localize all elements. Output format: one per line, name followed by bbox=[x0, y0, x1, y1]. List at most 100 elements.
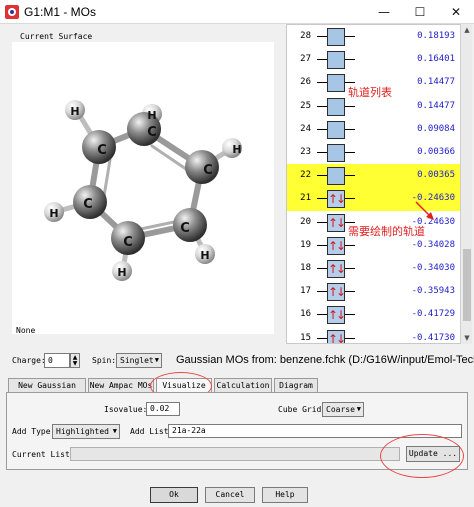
mo-level-line bbox=[317, 106, 327, 107]
mo-level-line bbox=[345, 268, 355, 269]
isovalue-field[interactable]: 0.02 bbox=[146, 402, 180, 416]
mo-energy: 0.18193 bbox=[417, 31, 455, 41]
atom-label: H bbox=[70, 105, 79, 118]
mo-number: 15 bbox=[300, 333, 311, 343]
atom-label: C bbox=[203, 163, 213, 178]
electron-pair-icon: ↑↓ bbox=[328, 308, 346, 322]
molecule-viewer[interactable]: C C C C C C H H H H H H bbox=[12, 42, 274, 334]
tab-diagram[interactable]: Diagram bbox=[274, 378, 318, 392]
mo-row[interactable]: 27 0.16401 bbox=[287, 48, 460, 72]
mo-orbital-box[interactable]: ↑↓ bbox=[327, 306, 346, 324]
mo-row[interactable]: 24 0.09084 bbox=[287, 118, 460, 142]
ok-button[interactable]: Ok bbox=[150, 487, 198, 503]
cube-grid-dropdown[interactable]: Coarse ▼ bbox=[322, 402, 364, 417]
mo-orbital-box[interactable] bbox=[327, 98, 345, 116]
scroll-down-icon[interactable]: ▼ bbox=[461, 332, 473, 344]
mo-row[interactable]: 18 ↑↓ -0.34030 bbox=[287, 257, 460, 281]
mo-number: 16 bbox=[300, 309, 311, 319]
mo-number: 20 bbox=[300, 217, 311, 227]
mo-level-line bbox=[345, 198, 355, 199]
charge-label: Charge: bbox=[12, 356, 46, 365]
mo-level-line bbox=[317, 129, 327, 130]
mo-orbital-box[interactable]: ↑↓ bbox=[327, 190, 346, 208]
mo-orbital-box[interactable] bbox=[327, 144, 345, 162]
mo-number: 18 bbox=[300, 263, 311, 273]
electron-pair-icon: ↑↓ bbox=[328, 285, 346, 299]
mo-level-line bbox=[317, 245, 327, 246]
mo-level-line bbox=[345, 59, 355, 60]
atom-label: H bbox=[147, 109, 156, 122]
mo-energy: 0.00365 bbox=[417, 170, 455, 180]
annotation-orbital-list: 轨道列表 bbox=[348, 86, 392, 99]
benzene-molecule: C C C C C C H H H H H H bbox=[44, 100, 242, 281]
close-button[interactable]: ✕ bbox=[438, 0, 474, 24]
mo-row[interactable]: 23 0.00366 bbox=[287, 141, 460, 165]
mo-level-line bbox=[317, 222, 327, 223]
chevron-down-icon: ▼ bbox=[356, 405, 361, 413]
mo-row[interactable]: 15 ↑↓ -0.41730 bbox=[287, 327, 460, 343]
mo-level-line bbox=[317, 198, 327, 199]
help-button[interactable]: Help bbox=[262, 487, 308, 503]
mo-row[interactable]: 16 ↑↓ -0.41729 bbox=[287, 303, 460, 327]
mo-level-line bbox=[345, 36, 355, 37]
mo-orbital-box[interactable] bbox=[327, 167, 345, 185]
mo-level-line bbox=[317, 59, 327, 60]
maximize-button[interactable]: ☐ bbox=[402, 0, 438, 24]
mo-number: 17 bbox=[300, 286, 311, 296]
mo-energy: 0.09084 bbox=[417, 124, 455, 134]
mo-orbital-box[interactable] bbox=[327, 28, 345, 46]
mo-energy: -0.24630 bbox=[411, 193, 455, 203]
mo-orbital-box[interactable]: ↑↓ bbox=[327, 330, 346, 343]
mo-list[interactable]: 28 0.18193 27 0.16401 26 0.14477 25 0.14477 24 0.… bbox=[286, 24, 461, 344]
mo-energy: -0.41729 bbox=[411, 309, 455, 319]
mo-orbital-box[interactable]: ↑↓ bbox=[327, 237, 346, 255]
add-type-value: Highlighted bbox=[56, 427, 109, 436]
mo-number: 21 bbox=[300, 193, 311, 203]
double-bond-lines bbox=[102, 144, 188, 232]
cancel-button[interactable]: Cancel bbox=[205, 487, 255, 503]
mo-number: 22 bbox=[300, 170, 311, 180]
mo-level-line bbox=[345, 106, 355, 107]
mo-energy: 0.00366 bbox=[417, 147, 455, 157]
mo-level-line bbox=[317, 314, 327, 315]
mo-row[interactable]: 17 ↑↓ -0.35943 bbox=[287, 280, 460, 304]
add-type-dropdown[interactable]: Highlighted ▼ bbox=[52, 424, 120, 439]
scroll-thumb[interactable] bbox=[463, 249, 471, 321]
mo-energy: -0.35943 bbox=[411, 286, 455, 296]
title-bar: G1:M1 - MOs — ☐ ✕ bbox=[0, 0, 474, 24]
mo-row[interactable]: 22 0.00365 bbox=[287, 164, 460, 188]
mo-number: 24 bbox=[300, 124, 311, 134]
mo-level-line bbox=[317, 268, 327, 269]
annotation-orbitals-to-draw: 需要绘制的轨道 bbox=[348, 225, 425, 238]
mo-energy: -0.34028 bbox=[411, 240, 455, 250]
current-list-field bbox=[70, 447, 400, 461]
electron-pair-icon: ↑↓ bbox=[328, 216, 346, 230]
mo-orbital-box[interactable] bbox=[327, 121, 345, 139]
spin-dropdown[interactable]: Singlet ▼ bbox=[116, 353, 162, 368]
mo-row[interactable]: 28 0.18193 bbox=[287, 25, 460, 49]
mo-level-line bbox=[317, 291, 327, 292]
atom-label: H bbox=[232, 143, 241, 156]
scroll-up-icon[interactable]: ▲ bbox=[461, 24, 473, 36]
mo-orbital-box[interactable]: ↑↓ bbox=[327, 214, 346, 232]
charge-stepper-icon[interactable]: ▲ ▼ bbox=[70, 353, 80, 368]
mo-orbital-box[interactable]: ↑↓ bbox=[327, 283, 346, 301]
charge-field[interactable]: 0 bbox=[44, 353, 70, 368]
mo-number: 28 bbox=[300, 31, 311, 41]
mo-level-line bbox=[345, 175, 355, 176]
minimize-button[interactable]: — bbox=[366, 0, 402, 24]
mo-number: 26 bbox=[300, 77, 311, 87]
update-highlight-ellipse bbox=[380, 434, 464, 478]
chevron-down-icon: ▼ bbox=[112, 427, 117, 435]
mo-orbital-box[interactable] bbox=[327, 51, 345, 69]
tab-calculation[interactable]: Calculation bbox=[214, 378, 272, 392]
mo-orbital-box[interactable] bbox=[327, 74, 345, 92]
mo-list-scrollbar[interactable]: ▲ ▼ bbox=[460, 24, 472, 344]
tab-new-ampac-mos[interactable]: New Ampac MOs bbox=[88, 378, 154, 392]
cube-grid-label: Cube Grid: bbox=[278, 405, 327, 414]
spin-label: Spin: bbox=[92, 356, 117, 365]
mo-orbital-box[interactable]: ↑↓ bbox=[327, 260, 346, 278]
atom-label: H bbox=[117, 266, 126, 279]
mo-energy: -0.34030 bbox=[411, 263, 455, 273]
tab-new-gaussian-mos[interactable]: New Gaussian MOs bbox=[8, 378, 86, 403]
